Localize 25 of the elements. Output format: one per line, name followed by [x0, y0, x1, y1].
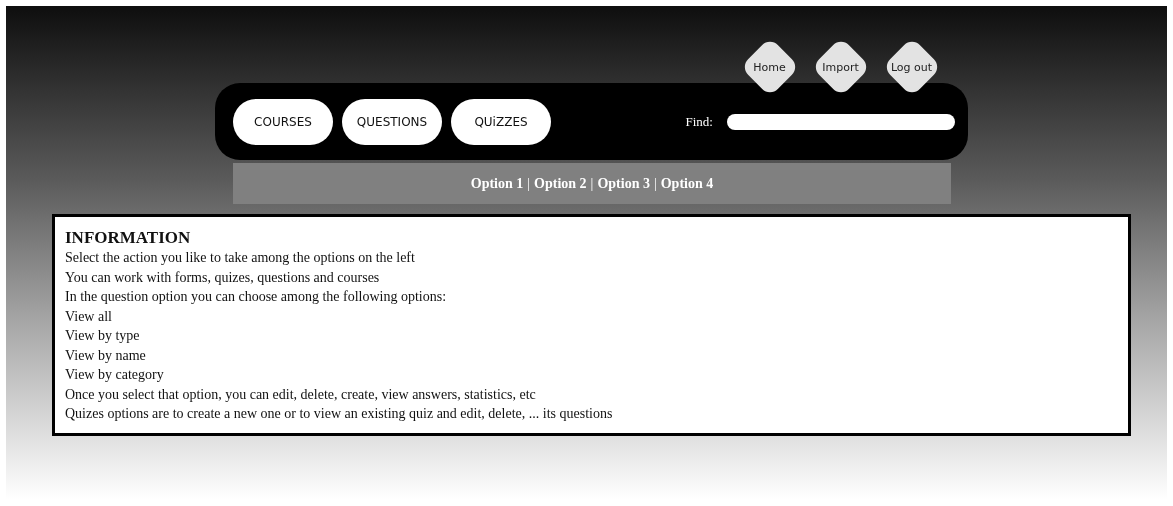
info-text: View by name — [65, 346, 147, 365]
nav-button[interactable]: Home — [734, 38, 805, 96]
option-link[interactable]: Option 2 — [534, 175, 587, 192]
option-link[interactable]: Option 3 — [597, 175, 650, 192]
tab[interactable]: QUESTIONS — [342, 98, 442, 145]
nav-button[interactable]: Log out — [876, 38, 947, 96]
info-title: INFORMATION — [65, 228, 192, 248]
option-link[interactable]: Option 4 — [660, 175, 714, 192]
find-label: Find: — [685, 113, 713, 130]
tab[interactable]: QUiZZES — [451, 98, 551, 145]
option-link[interactable]: Option 1 — [470, 175, 524, 192]
tab[interactable]: COURSES — [233, 98, 333, 145]
info-text: View all — [65, 307, 113, 326]
separator: | — [653, 175, 657, 192]
info-text: View by category — [65, 366, 165, 384]
info-text: You can work with forms, quizes, questions and courses — [65, 268, 381, 287]
info-text: Select the action you like to take among the options on the left — [65, 249, 416, 267]
info-text: Quizes options are to create a new one or to view an existing quiz and edit, delete, ... its questions — [65, 405, 614, 423]
info-text: Once you select that option, you can edit, delete, create, view answers, statistics, etc — [65, 385, 537, 404]
nav-button[interactable]: Import — [805, 38, 876, 96]
info-text: In the question option you can choose among the following options: — [65, 288, 448, 306]
info-text: View by type — [65, 327, 141, 345]
separator: | — [590, 175, 594, 192]
search-field[interactable] — [727, 113, 955, 130]
separator: | — [527, 175, 531, 192]
